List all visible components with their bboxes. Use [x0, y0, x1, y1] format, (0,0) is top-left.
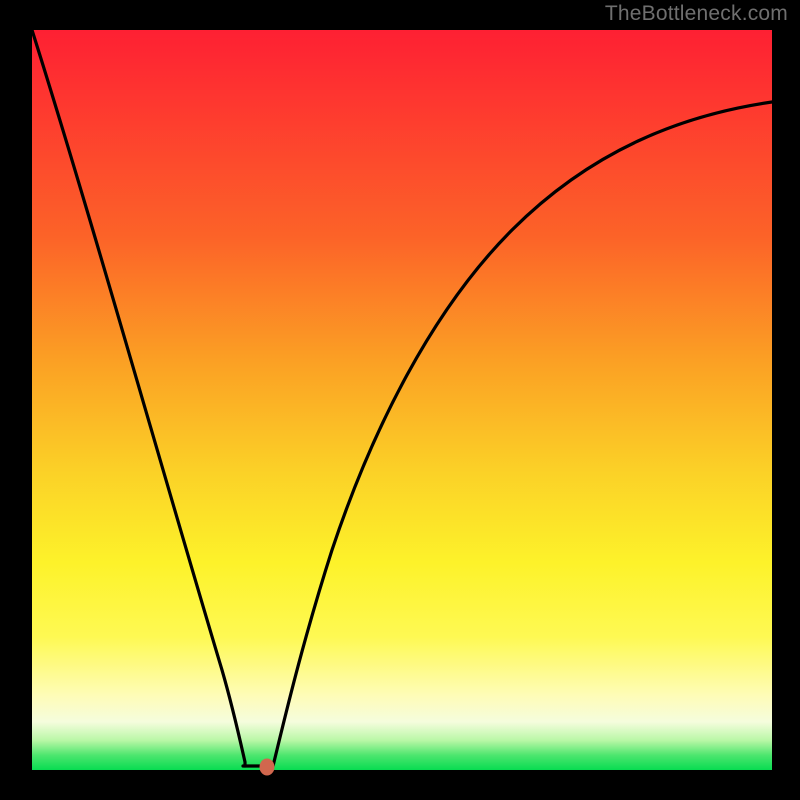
- optimal-point-marker: [260, 759, 275, 776]
- curve-left-branch: [32, 30, 245, 766]
- bottleneck-curve: [32, 30, 772, 770]
- plot-area: [32, 30, 772, 770]
- curve-right-branch: [273, 102, 772, 766]
- chart-frame: TheBottleneck.com: [0, 0, 800, 800]
- watermark-text: TheBottleneck.com: [605, 2, 788, 26]
